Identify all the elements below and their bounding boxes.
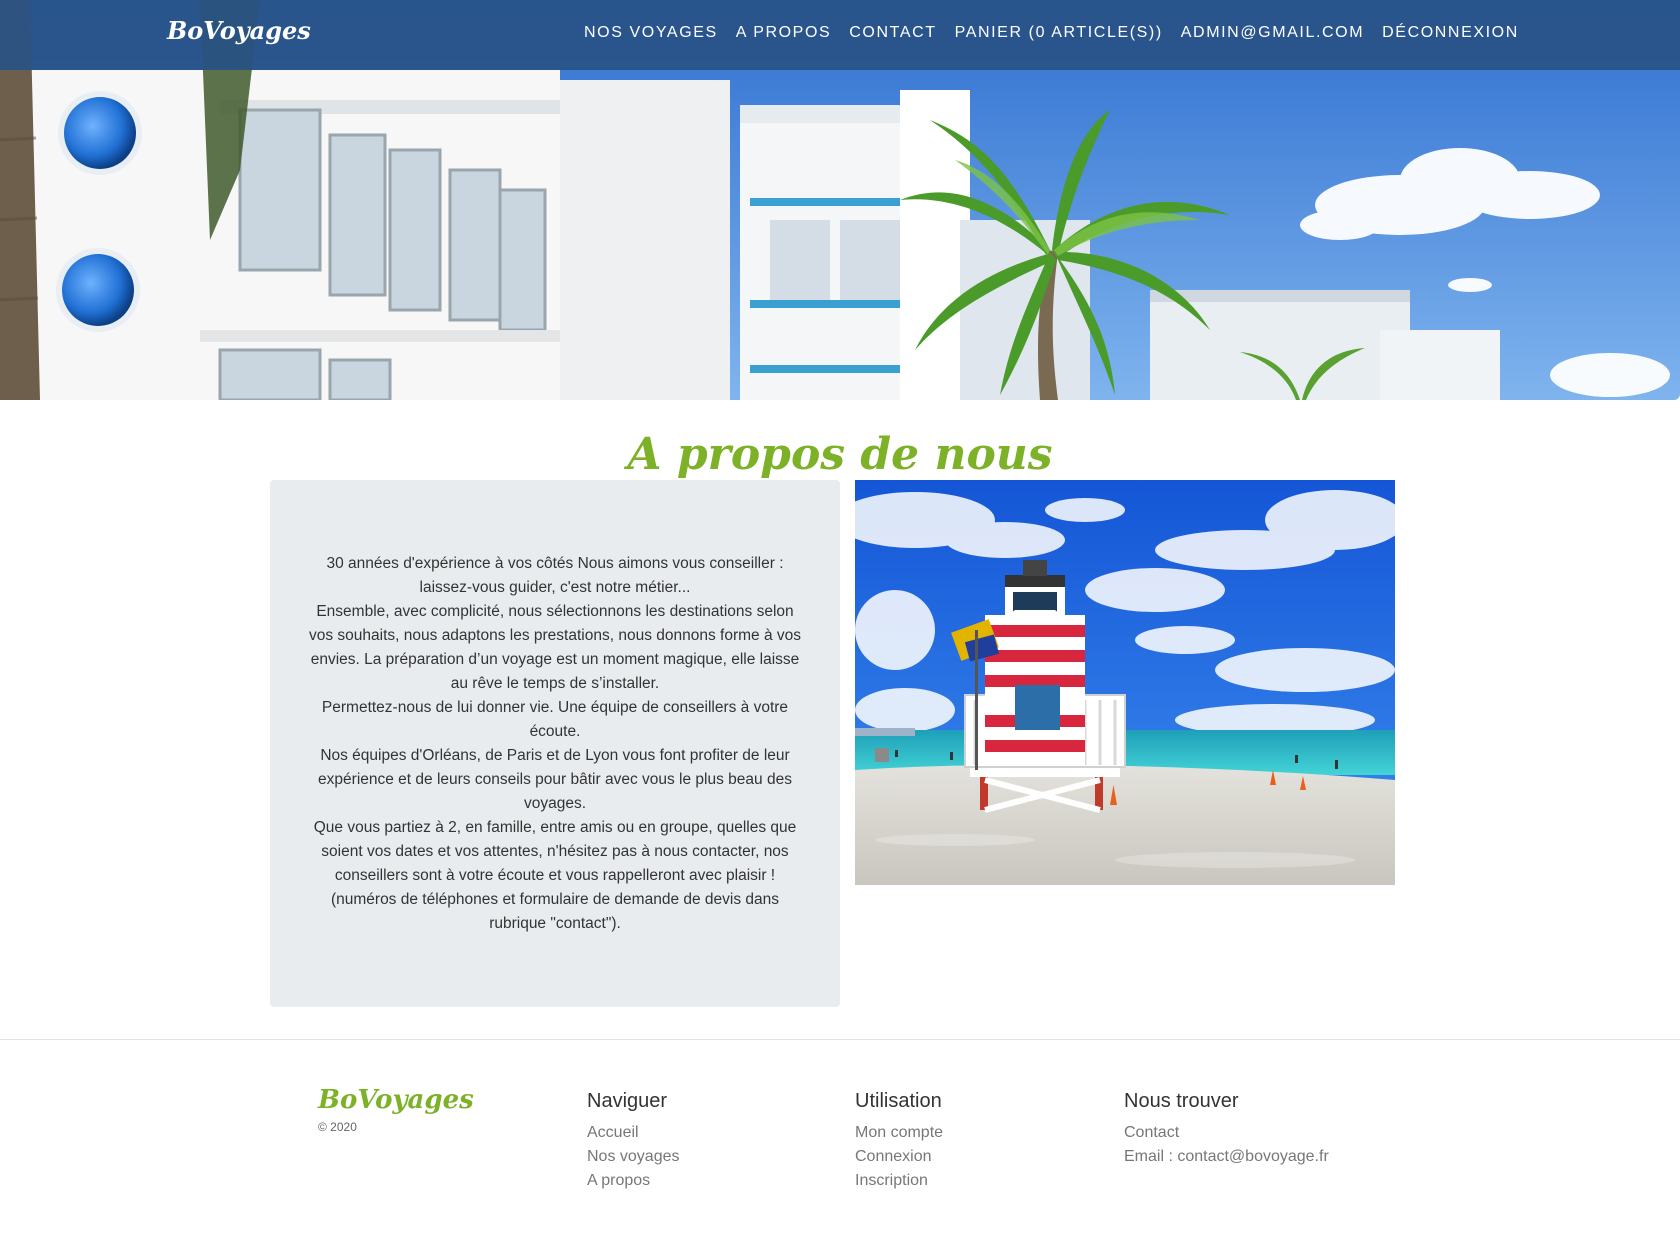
footer-brand-link[interactable]: BoVoyages	[318, 1085, 474, 1115]
footer-copyright: © 2020	[318, 1120, 357, 1134]
about-photo	[855, 480, 1395, 885]
footer-link-mon-compte[interactable]: Mon compte	[855, 1121, 943, 1145]
footer-col-title: Naviguer	[587, 1090, 668, 1112]
brand-logo-link[interactable]: BoVoyages	[167, 16, 311, 45]
footer-link-connexion[interactable]: Connexion	[855, 1145, 943, 1169]
main-nav: NOS VOYAGES A PROPOS CONTACT PANIER (0 A…	[584, 24, 1519, 42]
footer-divider	[0, 1039, 1680, 1040]
footer-link-contact[interactable]: Contact	[1124, 1121, 1329, 1145]
footer-link-nos-voyages[interactable]: Nos voyages	[587, 1145, 680, 1169]
about-text-panel: 30 années d'expérience à vos côtés Nous …	[270, 480, 840, 1007]
nav-nos-voyages[interactable]: NOS VOYAGES	[584, 24, 718, 42]
nav-account-email[interactable]: ADMIN@GMAIL.COM	[1181, 24, 1364, 42]
top-navbar: BoVoyages NOS VOYAGES A PROPOS CONTACT P…	[0, 0, 1680, 70]
footer-email: Email : contact@bovoyage.fr	[1124, 1148, 1329, 1165]
footer-col-title: Nous trouver	[1124, 1090, 1239, 1112]
lifeguard-tower-beach-photo-icon	[855, 480, 1395, 885]
nav-deconnexion[interactable]: DÉCONNEXION	[1382, 24, 1519, 42]
about-paragraph: Que vous partiez à 2, en famille, entre …	[313, 818, 797, 932]
about-text: 30 années d'expérience à vos côtés Nous …	[303, 552, 808, 936]
page-title: A propos de nous	[627, 429, 1053, 480]
footer-col-nous-trouver: Nous trouver Contact Email : contact@bov…	[1124, 1089, 1329, 1169]
footer-link-accueil[interactable]: Accueil	[587, 1121, 680, 1145]
footer-col-naviguer: Naviguer Accueil Nos voyages A propos	[587, 1089, 680, 1193]
footer-link-a-propos[interactable]: A propos	[587, 1169, 680, 1193]
nav-contact[interactable]: CONTACT	[849, 24, 936, 42]
nav-a-propos[interactable]: A PROPOS	[736, 24, 832, 42]
about-paragraph: Ensemble, avec complicité, nous sélectio…	[309, 602, 801, 692]
hero-banner: BoVoyages NOS VOYAGES A PROPOS CONTACT P…	[0, 0, 1680, 400]
about-paragraph: 30 années d'expérience à vos côtés Nous …	[326, 554, 784, 596]
about-paragraph: Permettez-nous de lui donner vie. Une éq…	[321, 698, 789, 740]
nav-panier[interactable]: PANIER (0 ARTICLE(S))	[955, 24, 1163, 42]
footer-link-inscription[interactable]: Inscription	[855, 1169, 943, 1193]
footer-col-title: Utilisation	[855, 1090, 942, 1112]
footer-col-utilisation: Utilisation Mon compte Connexion Inscrip…	[855, 1089, 943, 1193]
about-paragraph: Nos équipes d'Orléans, de Paris et de Ly…	[318, 746, 792, 812]
